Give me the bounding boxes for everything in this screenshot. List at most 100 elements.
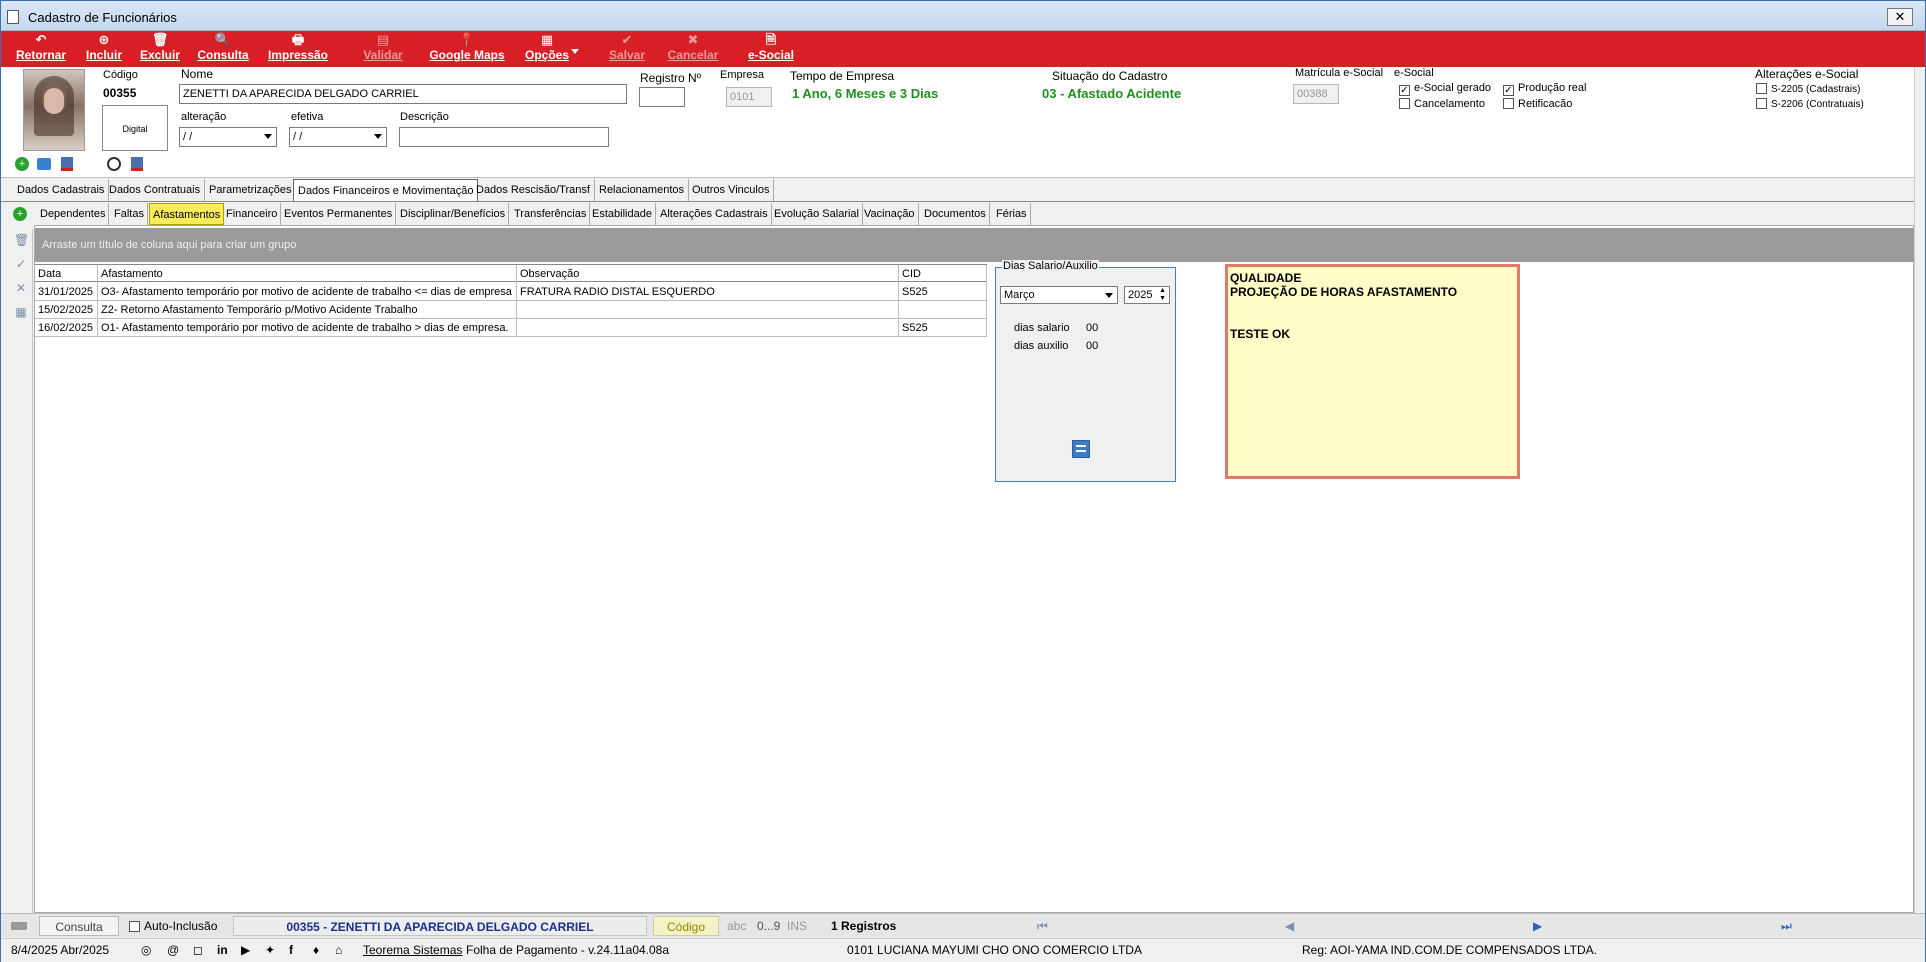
salvar-button[interactable]: ✔ Salvar	[603, 31, 651, 67]
add-icon[interactable]: +	[13, 207, 27, 221]
subtab-afastamentos[interactable]: Afastamentos	[149, 203, 225, 225]
subtab-estabilidade[interactable]: Estabilidade	[589, 203, 656, 225]
subtab-financeiro[interactable]: Financeiro	[223, 203, 282, 225]
tab-relacionamentos[interactable]: Relacionamentos	[595, 179, 689, 201]
chevron-down-icon	[374, 134, 382, 139]
cancelar-button[interactable]: ✖ Cancelar	[665, 31, 721, 67]
column-header-data[interactable]: Data	[35, 265, 98, 283]
registro-field[interactable]	[639, 87, 685, 107]
retornar-button[interactable]: ↶ Retornar	[11, 31, 71, 67]
auto-inclusao-checkbox[interactable]: Auto-Inclusão	[129, 916, 217, 936]
fingerprint-icon[interactable]	[107, 157, 121, 171]
nome-label: Nome	[181, 67, 214, 81]
column-header-afastamento[interactable]: Afastamento	[98, 265, 517, 283]
dias-salario-auxilio-panel: Dias Salario/Auxilio Março 2025 ▲ ▼ dias s…	[995, 260, 1176, 482]
cancelamento-checkbox[interactable]: Cancelamento	[1399, 98, 1485, 110]
subtab-transferencias[interactable]: Transferências	[511, 203, 591, 225]
mes-select[interactable]: Março	[1000, 286, 1118, 304]
column-header-cid[interactable]: CID	[899, 265, 987, 283]
calculator-icon[interactable]	[1072, 440, 1090, 458]
subtab-vacinacao[interactable]: Vacinação	[861, 203, 919, 225]
subtab-eventos-permanentes[interactable]: Eventos Permanentes	[281, 203, 397, 225]
opcoes-button[interactable]: ▦ Opções	[515, 31, 579, 67]
delete-digital-icon[interactable]	[131, 157, 143, 171]
cancel-icon[interactable]: ✕	[14, 281, 28, 295]
search-icon: 🔍	[214, 32, 232, 47]
subtab-evolucao-salarial[interactable]: Evolução Salarial	[771, 203, 863, 225]
check-icon[interactable]: ✓	[14, 257, 28, 271]
table-row[interactable]: 15/02/2025 Z2- Retorno Afastamento Tempo…	[35, 301, 987, 319]
prev-record-icon[interactable]: ◀	[1285, 916, 1294, 936]
producao-real-checkbox[interactable]: ✓ Produção real	[1503, 82, 1587, 96]
tab-dados-rescisao[interactable]: Dados Rescisão/Transf	[472, 179, 595, 201]
table-row[interactable]: 31/01/2025 O3- Afastamento temporário po…	[35, 283, 987, 301]
tab-dados-cadastrais[interactable]: Dados Cadastrais	[13, 179, 110, 201]
descricao-field[interactable]	[399, 127, 609, 147]
headset-icon[interactable]: ◎	[141, 943, 151, 957]
trash-icon[interactable]: 🗑	[14, 233, 29, 247]
nome-field[interactable]: ZENETTI DA APARECIDA DELGADO CARRIEL	[179, 84, 627, 104]
youtube-icon[interactable]: ▶	[241, 943, 250, 957]
instagram-icon[interactable]: ◻	[193, 943, 203, 957]
tab-dados-financeiros[interactable]: Dados Financeiros e Movimentação	[293, 179, 479, 201]
codigo-sort-badge[interactable]: Código	[653, 916, 719, 936]
consulta-button[interactable]: 🔍 Consulta	[193, 31, 253, 67]
tab-underline	[1, 201, 1914, 202]
google-maps-button[interactable]: 📍 Google Maps	[427, 31, 507, 67]
tab-dados-contratuais[interactable]: Dados Contratuais	[105, 179, 206, 201]
excluir-button[interactable]: 🗑 Excluir	[137, 31, 183, 67]
esocial-button[interactable]: 🗎 e-Social	[745, 31, 797, 67]
tempo-label: Tempo de Empresa	[790, 69, 895, 83]
cell-data: 15/02/2025	[35, 301, 98, 319]
esocial-gerado-checkbox[interactable]: ✓ e-Social gerado	[1399, 82, 1491, 96]
trash-icon: 🗑	[151, 32, 169, 47]
tab-outros-vinculos[interactable]: Outros Vinculos	[688, 179, 775, 201]
first-record-icon[interactable]: ⏮	[1037, 916, 1048, 936]
retificacao-checkbox[interactable]: Retificacão	[1503, 98, 1572, 110]
incluir-button[interactable]: ⊕ Incluir	[81, 31, 127, 67]
add-photo-icon[interactable]: +	[15, 157, 29, 171]
impressao-button[interactable]: 🖶 Impressão	[263, 31, 333, 67]
subtab-documentos[interactable]: Documentos	[921, 203, 990, 225]
digital-box[interactable]: Digital	[102, 105, 168, 151]
last-record-icon[interactable]: ⏭	[1781, 916, 1792, 936]
ano-spinner[interactable]: 2025 ▲ ▼	[1124, 286, 1170, 304]
cell-cid	[899, 301, 987, 319]
column-header-observacao[interactable]: Observação	[517, 265, 899, 283]
linkedin-icon[interactable]: in	[217, 943, 228, 957]
validar-button[interactable]: ▤ Validar	[357, 31, 409, 67]
consulta-status[interactable]: Consulta	[39, 916, 119, 936]
subtab-dependentes[interactable]: Dependentes	[37, 203, 110, 225]
efetiva-date-field[interactable]: / /	[289, 127, 387, 147]
subtab-faltas[interactable]: Faltas	[111, 203, 148, 225]
group-by-bar[interactable]: Arraste um título de coluna aqui para cr…	[35, 228, 1915, 262]
grid-side-toolbar: 🗑 ✓ ✕ ▦	[9, 229, 33, 913]
email-icon[interactable]: @	[167, 943, 179, 957]
alteracao-date-field[interactable]: / /	[179, 127, 277, 147]
right-scroll-edge[interactable]	[1914, 67, 1925, 913]
situacao-value: 03 - Afastado Acidente	[1042, 86, 1182, 101]
twitter-icon[interactable]: ✦	[265, 943, 275, 957]
subtab-alteracoes-cadastrais[interactable]: Alterações Cadastrais	[657, 203, 772, 225]
table-row[interactable]: 16/02/2025 O1- Afastamento temporário po…	[35, 319, 987, 337]
subtab-disciplinar[interactable]: Disciplinar/Benefícios	[397, 203, 510, 225]
s2205-checkbox[interactable]: S-2205 (Cadastrais)	[1756, 83, 1860, 95]
teorema-link[interactable]: Teorema Sistemas	[363, 943, 462, 957]
camera-icon[interactable]	[37, 158, 51, 170]
spinner-arrows-icon[interactable]: ▲ ▼	[1159, 287, 1166, 303]
grid-settings-icon[interactable]: ▦	[14, 305, 28, 319]
dias-salario-value: 00	[1086, 322, 1099, 334]
cell-afastamento: O3- Afastamento temporário por motivo de…	[98, 283, 517, 301]
grid-header-row: Data Afastamento Observação CID	[35, 264, 987, 283]
document-icon: 🗎	[765, 32, 777, 47]
next-record-icon[interactable]: ▶	[1533, 916, 1542, 936]
tab-parametrizacoes[interactable]: Parametrizações	[205, 179, 297, 201]
employee-photo[interactable]	[23, 69, 85, 151]
note-line-3: TESTE OK	[1230, 327, 1291, 341]
close-button[interactable]: ✕	[1887, 8, 1913, 26]
facebook-icon[interactable]: f	[289, 943, 293, 957]
s2206-checkbox[interactable]: S-2206 (Contratuais)	[1756, 98, 1864, 110]
delete-photo-icon[interactable]	[61, 157, 73, 171]
subtab-ferias[interactable]: Férias	[993, 203, 1031, 225]
observacao-note[interactable]: QUALIDADE PROJEÇÃO DE HORAS AFASTAMENTO …	[1225, 264, 1520, 479]
